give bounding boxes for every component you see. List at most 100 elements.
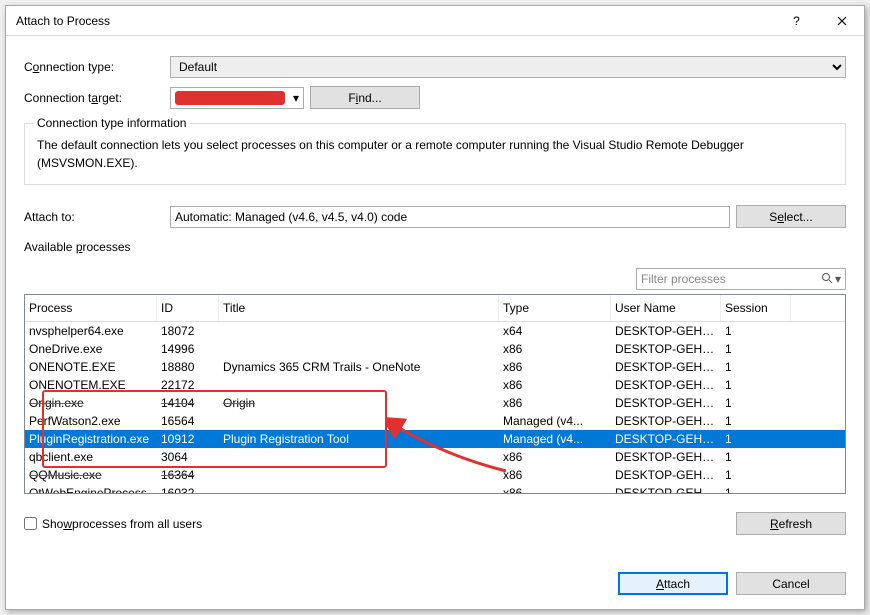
cell-user: DESKTOP-GEHKOM1... — [611, 414, 721, 428]
cell-session: 1 — [721, 468, 791, 482]
attach-button[interactable]: Attach — [618, 572, 728, 595]
cell-session: 1 — [721, 324, 791, 338]
cell-session: 1 — [721, 486, 791, 494]
cell-session: 1 — [721, 342, 791, 356]
cell-process: ONENOTE.EXE — [25, 360, 157, 374]
cell-id: 10912 — [157, 432, 219, 446]
close-button[interactable] — [819, 6, 864, 36]
cell-type: x86 — [499, 396, 611, 410]
table-header: Process ID Title Type User Name Session — [25, 295, 845, 322]
cell-process: PluginRegistration.exe — [25, 432, 157, 446]
col-id[interactable]: ID — [157, 295, 219, 321]
cell-type: Managed (v4... — [499, 414, 611, 428]
col-type[interactable]: Type — [499, 295, 611, 321]
cell-process: Origin.exe — [25, 396, 157, 410]
cell-process: QQMusic.exe — [25, 468, 157, 482]
cell-session: 1 — [721, 396, 791, 410]
filter-processes-input[interactable] — [641, 272, 821, 286]
connection-type-select[interactable]: Default — [170, 56, 846, 78]
refresh-button[interactable]: Refresh — [736, 512, 846, 535]
cell-user: DESKTOP-GEHKOM1... — [611, 378, 721, 392]
select-button[interactable]: Select... — [736, 205, 846, 228]
available-processes-label: Available processes — [24, 240, 846, 254]
col-process[interactable]: Process — [25, 295, 157, 321]
window-title: Attach to Process — [16, 14, 774, 28]
cell-id: 18072 — [157, 324, 219, 338]
dialog-buttons: Attach Cancel — [24, 554, 846, 595]
cell-id: 18880 — [157, 360, 219, 374]
col-session[interactable]: Session — [721, 295, 791, 321]
cell-id: 16364 — [157, 468, 219, 482]
cell-session: 1 — [721, 414, 791, 428]
cell-id: 14996 — [157, 342, 219, 356]
cell-title: Plugin Registration Tool — [219, 432, 499, 446]
cell-user: DESKTOP-GEHKOM1... — [611, 450, 721, 464]
table-row[interactable]: nvsphelper64.exe18072 x64DESKTOP-GEHKOM1.… — [25, 322, 845, 340]
cell-process: OneDrive.exe — [25, 342, 157, 356]
col-username[interactable]: User Name — [611, 295, 721, 321]
cell-process: QtWebEngineProcess — [25, 486, 157, 494]
table-row[interactable]: OneDrive.exe14996x86DESKTOP-GEHKOM1...1 — [25, 340, 845, 358]
cell-id: 22172 — [157, 378, 219, 392]
filter-dropdown-icon[interactable]: ▾ — [835, 272, 841, 286]
table-row[interactable]: QtWebEngineProcess16032 x86DESKTOP-GEHKOM… — [25, 484, 845, 494]
attach-to-field[interactable] — [170, 206, 730, 228]
cancel-button[interactable]: Cancel — [736, 572, 846, 595]
cell-session: 1 — [721, 378, 791, 392]
cell-type: x86 — [499, 450, 611, 464]
show-all-users-label[interactable]: Show processes from all users — [24, 517, 202, 531]
cell-type: x86 — [499, 468, 611, 482]
table-row[interactable]: Origin.exe14104Originx86DESKTOP-GEHKOM1.… — [25, 394, 845, 412]
col-title[interactable]: Title — [219, 295, 499, 321]
connection-type-info-text: The default connection lets you select p… — [37, 136, 833, 172]
table-row[interactable]: ONENOTEM.EXE22172 x86DESKTOP-GEHKOM1...1 — [25, 376, 845, 394]
find-button[interactable]: Find... — [310, 86, 420, 109]
cell-session: 1 — [721, 360, 791, 374]
cell-type: x86 — [499, 486, 611, 494]
cell-session: 1 — [721, 432, 791, 446]
cell-session: 1 — [721, 450, 791, 464]
connection-target-label: Connection target: — [24, 91, 164, 105]
cell-type: x86 — [499, 378, 611, 392]
help-button[interactable]: ? — [774, 6, 819, 36]
cell-user: DESKTOP-GEHKOM1 — [611, 486, 721, 494]
search-icon[interactable] — [821, 272, 833, 287]
table-row[interactable]: PerfWatson2.exe16564 Managed (v4...DESKTO… — [25, 412, 845, 430]
titlebar: Attach to Process ? — [6, 6, 864, 36]
cell-user: DESKTOP-GEHKOM1... — [611, 432, 721, 446]
cell-id: 14104 — [157, 396, 219, 410]
connection-target-redacted — [175, 91, 285, 105]
cell-process: ONENOTEM.EXE — [25, 378, 157, 392]
cell-title: Dynamics 365 CRM Trails - OneNote — [219, 360, 499, 374]
show-all-users-checkbox[interactable] — [24, 517, 37, 530]
cell-process: nvsphelper64.exe — [25, 324, 157, 338]
table-row[interactable]: QQMusic.exe16364 x86DESKTOP-GEHKOM1...1 — [25, 466, 845, 484]
cell-process: qbclient.exe — [25, 450, 157, 464]
cell-type: Managed (v4... — [499, 432, 611, 446]
cell-user: DESKTOP-GEHKOM1... — [611, 324, 721, 338]
filter-processes-box[interactable]: ▾ — [636, 268, 846, 290]
connection-target-combo[interactable]: ▾ — [170, 87, 304, 109]
cell-id: 3064 — [157, 450, 219, 464]
dialog-content: Connection type: Default Connection targ… — [6, 36, 864, 609]
cell-id: 16564 — [157, 414, 219, 428]
table-body[interactable]: nvsphelper64.exe18072x64DESKTOP-GEHKOM1.… — [25, 322, 845, 494]
cell-title: Origin — [219, 396, 499, 410]
table-row[interactable]: PluginRegistration.exe10912Plugin Regist… — [25, 430, 845, 448]
group-title: Connection type information — [33, 116, 190, 130]
cell-process: PerfWatson2.exe — [25, 414, 157, 428]
process-table: Process ID Title Type User Name Session … — [24, 294, 846, 494]
connection-type-label: Connection type: — [24, 60, 164, 74]
cell-user: DESKTOP-GEHKOM1... — [611, 468, 721, 482]
close-icon — [837, 16, 847, 26]
cell-user: DESKTOP-GEHKOM1... — [611, 360, 721, 374]
cell-type: x86 — [499, 360, 611, 374]
table-row[interactable]: ONENOTE.EXE18880Dynamics 365 CRM Trails … — [25, 358, 845, 376]
table-row[interactable]: qbclient.exe3064 x86DESKTOP-GEHKOM1...1 — [25, 448, 845, 466]
cell-id: 16032 — [157, 486, 219, 494]
cell-type: x64 — [499, 324, 611, 338]
attach-to-label: Attach to: — [24, 210, 164, 224]
connection-type-info-group: Connection type information The default … — [24, 123, 846, 185]
cell-user: DESKTOP-GEHKOM1... — [611, 342, 721, 356]
cell-user: DESKTOP-GEHKOM1... — [611, 396, 721, 410]
